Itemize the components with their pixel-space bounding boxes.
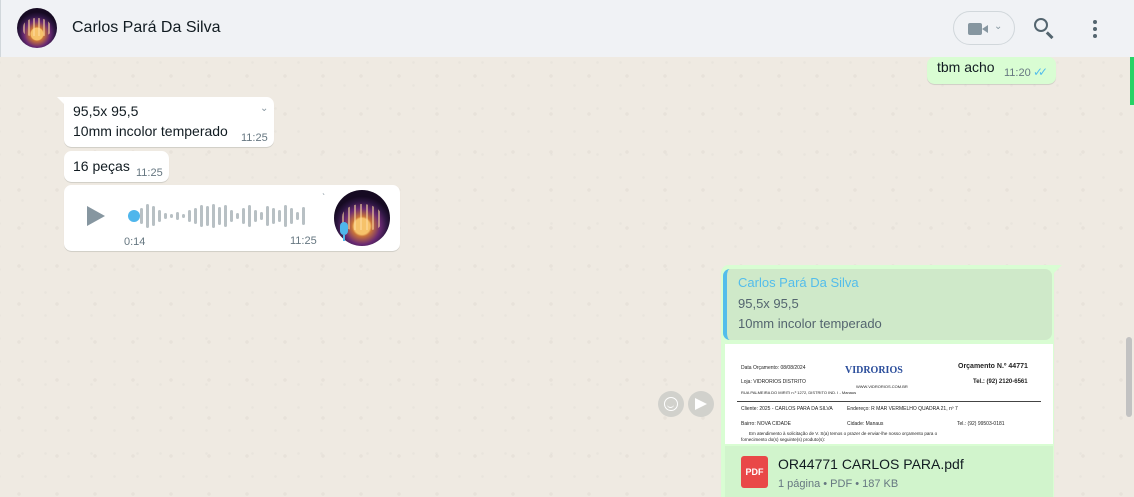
doc-cliente: Cliente: 2025 - CARLOS PARA DA SILVA (741, 406, 833, 412)
file-meta: 1 página • PDF • 187 KB (778, 478, 899, 490)
message-time: 11:25 (290, 235, 317, 247)
message-text-line: 95,5x 95,5 (73, 103, 139, 119)
doc-brand-logo: VIDRORIOS (845, 365, 903, 376)
doc-tel: Tel.: (92) 2120-6561 (973, 379, 1028, 385)
contact-avatar[interactable] (17, 8, 57, 48)
search-icon-handle (1046, 31, 1054, 39)
chevron-down-icon[interactable]: ⌄ (260, 103, 268, 114)
forward-button[interactable] (688, 391, 714, 417)
video-call-button[interactable]: ⌄ (953, 11, 1015, 45)
playback-position-handle[interactable] (128, 210, 140, 222)
doc-bairro: Bairro: NOVA CIDADE (741, 421, 791, 427)
menu-button[interactable] (1087, 18, 1103, 40)
doc-loja: Loja: VIDRORIOS DISTRITO (741, 379, 806, 385)
search-icon (1034, 18, 1048, 32)
doc-endereco: Endereço: R MAR VERMELHO QUADRA 21, nº 7 (847, 406, 958, 412)
doc-cidade: Cidade: Manaus (847, 421, 884, 427)
chevron-down-icon[interactable]: ˋ (322, 193, 325, 204)
emoji-react-icon (664, 397, 678, 411)
doc-tel-cliente: Tel.: (92) 99503-0181 (957, 421, 1005, 427)
message-time: 11:20 (1004, 67, 1031, 79)
kebab-menu-icon (1093, 34, 1097, 38)
file-name: OR44771 CARLOS PARA.pdf (778, 456, 964, 472)
message-text: 16 peças (73, 158, 130, 174)
doc-orcamento: Orçamento N.º 44771 (958, 363, 1028, 370)
quoted-message[interactable]: Carlos Pará Da Silva 95,5x 95,5 10mm inc… (723, 269, 1052, 340)
message-text: tbm acho (937, 59, 995, 75)
contact-name[interactable]: Carlos Pará Da Silva (72, 19, 221, 37)
kebab-menu-icon (1093, 27, 1097, 31)
kebab-menu-icon (1093, 20, 1097, 24)
pdf-preview-thumbnail[interactable]: Data Orçamento: 08/08/2024 VIDRORIOS Orç… (725, 344, 1053, 444)
pdf-file-icon: PDF (741, 456, 768, 488)
chat-header: Carlos Pará Da Silva ⌄ (0, 0, 1134, 57)
doc-atendimento: Em atendimento à solicitação de V. S(a) … (749, 431, 938, 436)
microphone-icon (340, 222, 348, 241)
read-receipt-icon: ✓✓ (1033, 65, 1048, 79)
chat-scrollbar[interactable] (1124, 57, 1134, 497)
waveform[interactable] (130, 199, 310, 233)
doc-site: WWW.VIDRORIOS.COM.BR (856, 384, 908, 389)
doc-rua: RUA PALMEIRA DO MIRITI n.º 1272, DISTRIT… (741, 390, 857, 395)
quoted-text-line: 10mm incolor temperado (738, 316, 882, 331)
message-time: 11:25 (136, 167, 163, 179)
video-camera-icon (968, 23, 988, 35)
emoji-react-button[interactable] (658, 391, 684, 417)
doc-rule (737, 401, 1041, 402)
quoted-text-line: 95,5x 95,5 (738, 296, 799, 311)
play-icon[interactable] (87, 206, 105, 226)
chevron-down-icon: ⌄ (994, 21, 1003, 32)
doc-fornecimento: fornecimento do(s) seguinte(s) produto(s… (741, 437, 826, 442)
message-time: 11:25 (241, 132, 268, 144)
doc-date: Data Orçamento: 08/08/2024 (741, 365, 806, 371)
bubble-tail (1054, 265, 1062, 273)
scroll-thumb[interactable] (1126, 337, 1132, 417)
forward-icon (695, 398, 707, 410)
voice-duration: 0:14 (124, 236, 146, 248)
search-button[interactable] (1032, 16, 1058, 42)
quoted-author: Carlos Pará Da Silva (738, 275, 859, 290)
message-text-line: 10mm incolor temperado (73, 123, 228, 139)
